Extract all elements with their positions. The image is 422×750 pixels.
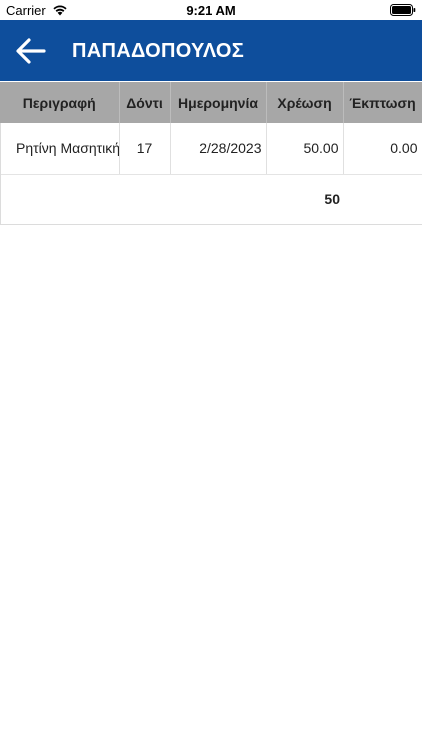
table-left-border [0, 123, 1, 224]
back-button[interactable] [14, 35, 48, 67]
cell-discount: 0.00 [343, 123, 422, 175]
status-time: 9:21 AM [186, 3, 236, 18]
charges-grid: Περιγραφή Δόντι Ημερομηνία Χρέωση Έκπτωσ… [0, 82, 422, 224]
arrow-left-icon [16, 38, 46, 64]
column-header-charge[interactable]: Χρέωση [266, 82, 344, 123]
column-header-date[interactable]: Ημερομηνία [170, 82, 267, 123]
app-header: ΠΑΠΑΔΟΠΟΥΛΟΣ [0, 20, 422, 81]
status-bar: Carrier 9:21 AM [0, 0, 422, 20]
total-row: 50 [0, 174, 422, 224]
cell-date: 2/28/2023 [170, 123, 267, 175]
total-value: 50 [0, 174, 343, 224]
charges-table: Περιγραφή Δόντι Ημερομηνία Χρέωση Έκπτωσ… [0, 82, 422, 225]
column-header-tooth[interactable]: Δόντι [119, 82, 171, 123]
battery-icon [390, 4, 416, 16]
table-row[interactable]: Ρητίνη Μασητική 17 2/28/2023 50.00 0.00 [0, 123, 422, 175]
page-title: ΠΑΠΑΔΟΠΟΥΛΟΣ [72, 40, 245, 62]
cell-tooth: 17 [119, 123, 171, 175]
column-header-description[interactable]: Περιγραφή [0, 82, 120, 123]
cell-charge: 50.00 [266, 123, 344, 175]
table-header-row: Περιγραφή Δόντι Ημερομηνία Χρέωση Έκπτωσ… [0, 82, 422, 123]
total-empty-cell [343, 174, 422, 224]
cell-description: Ρητίνη Μασητική [0, 123, 120, 175]
column-header-discount[interactable]: Έκπτωση [343, 82, 422, 123]
